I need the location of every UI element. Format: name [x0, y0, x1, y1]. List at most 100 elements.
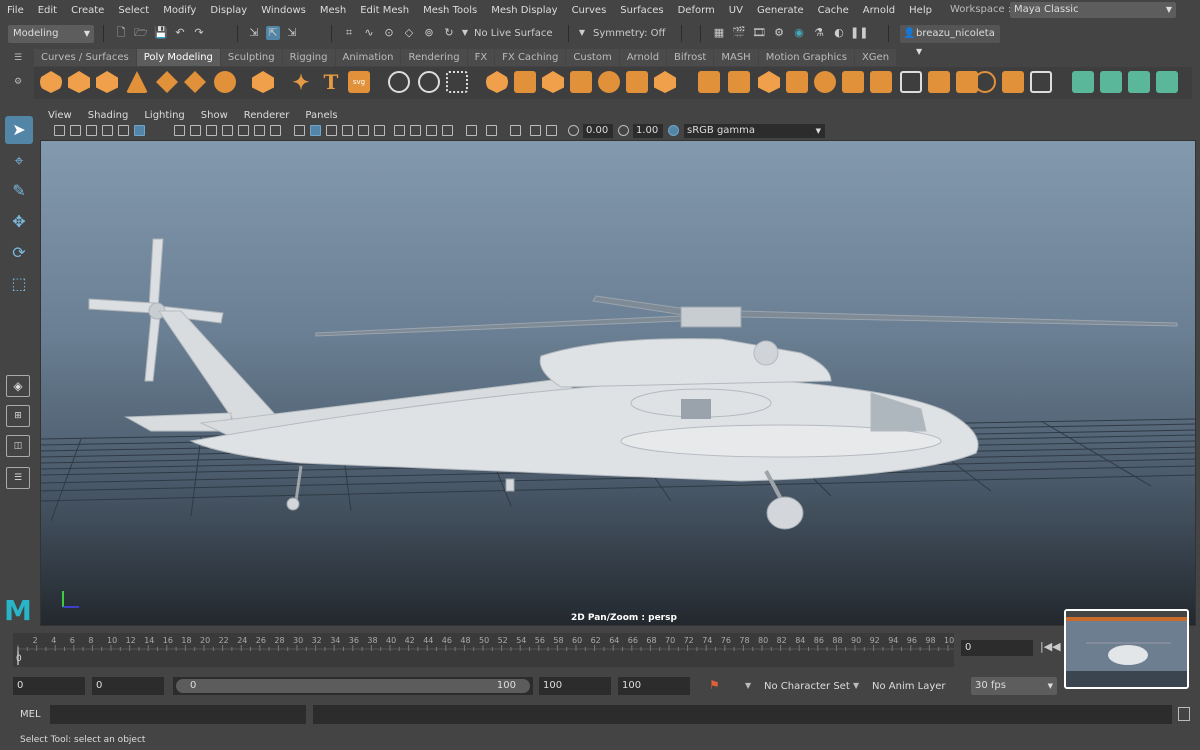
menu-uv[interactable]: UV [722, 5, 750, 16]
open-scene-icon[interactable]: 🗁 [134, 26, 148, 40]
menu-create[interactable]: Create [64, 5, 111, 16]
bridge-icon[interactable] [758, 71, 780, 93]
move-tool-icon[interactable]: ✥ [5, 208, 33, 236]
snap-view-plane-icon[interactable]: ◇ [402, 26, 416, 40]
wire-icon[interactable] [900, 71, 922, 93]
menu-cache[interactable]: Cache [811, 5, 856, 16]
tab-motion-graphics[interactable]: Motion Graphics [758, 49, 854, 66]
menu-mesh-tools[interactable]: Mesh Tools [416, 5, 484, 16]
separate-icon[interactable] [514, 71, 536, 93]
grid-icon[interactable] [174, 125, 185, 136]
menu-deform[interactable]: Deform [671, 5, 722, 16]
tab-poly-modeling[interactable]: Poly Modeling [136, 49, 220, 66]
time-slider[interactable]: 2 4 6 8 10 12 14 16 18 20 22 24 26 28 30 32 34 36 38 40 42 44… [13, 633, 954, 667]
select-hierarchy-icon[interactable]: ⇲ [247, 26, 261, 40]
current-frame-field[interactable]: 0 [961, 640, 1033, 656]
uv-planar-icon[interactable] [1072, 71, 1094, 93]
snap-surface-icon[interactable]: ↻ [442, 26, 456, 40]
arnold-ipr-icon[interactable]: ◐ [832, 26, 846, 40]
panel-menu-show[interactable]: Show [193, 110, 236, 121]
gate-mask-icon[interactable] [222, 125, 233, 136]
poly-disc-icon[interactable] [214, 71, 236, 93]
bookmark-icon[interactable] [86, 125, 97, 136]
exposure-field[interactable]: 0.00 [583, 124, 613, 138]
exposure-icon[interactable] [568, 125, 579, 136]
poly-sphere-icon[interactable] [40, 71, 62, 93]
step-back-icon[interactable]: |◀◀ [1040, 640, 1061, 653]
panel-menu-lighting[interactable]: Lighting [136, 110, 192, 121]
motion-blur-icon[interactable] [410, 125, 421, 136]
film-gate-icon[interactable] [190, 125, 201, 136]
menu-arnold[interactable]: Arnold [856, 5, 902, 16]
target-weld-icon[interactable] [842, 71, 864, 93]
gamma-field[interactable]: 1.00 [633, 124, 663, 138]
xray-joints-icon[interactable] [510, 125, 521, 136]
user-account-button[interactable]: 👤 breazu_nicoleta ▼ [900, 25, 1000, 56]
panel-menu-shading[interactable]: Shading [80, 110, 137, 121]
backface-culling-icon[interactable] [546, 125, 557, 136]
image-plane-icon[interactable] [102, 125, 113, 136]
tab-xgen[interactable]: XGen [854, 49, 897, 66]
fps-select[interactable]: 30 fps ▼ [971, 677, 1057, 695]
tab-fx-caching[interactable]: FX Caching [495, 49, 566, 66]
select-component-icon[interactable]: ⇲ [285, 26, 299, 40]
particle-icon[interactable] [446, 71, 468, 93]
workspace-select[interactable]: Maya Classic ▼ [1010, 2, 1176, 18]
anim-layer-field[interactable]: No Anim Layer [872, 681, 946, 692]
grease-pencil-icon[interactable] [134, 125, 145, 136]
tab-fx[interactable]: FX [467, 49, 495, 66]
chevron-down-icon[interactable]: ▼ [745, 681, 751, 690]
tab-animation[interactable]: Animation [335, 49, 401, 66]
render-settings-icon[interactable]: ⚙ [772, 26, 786, 40]
depth-of-field-icon[interactable] [442, 125, 453, 136]
camera-icon[interactable] [54, 125, 65, 136]
tab-bifrost[interactable]: Bifrost [667, 49, 714, 66]
textured-icon[interactable] [342, 125, 353, 136]
tab-custom[interactable]: Custom [566, 49, 619, 66]
smooth-icon[interactable] [542, 71, 564, 93]
poly-cylinder-icon[interactable] [96, 71, 118, 93]
scale-tool-icon[interactable]: ⬚ [5, 270, 33, 298]
outliner-layout-icon[interactable]: ☰ [6, 467, 30, 489]
snap-curve-icon[interactable]: ∿ [362, 26, 376, 40]
default-material-icon[interactable] [326, 125, 337, 136]
reduce-icon[interactable] [626, 71, 648, 93]
menu-select[interactable]: Select [111, 5, 156, 16]
isolate-select-icon[interactable] [466, 125, 477, 136]
ambient-occlusion-icon[interactable] [394, 125, 405, 136]
lasso-tool-icon[interactable]: ⌖ [5, 147, 33, 175]
multi-cut-icon[interactable] [814, 71, 836, 93]
render-frame-icon[interactable]: 🎬 [732, 26, 746, 40]
menu-modify[interactable]: Modify [156, 5, 203, 16]
sweep-mesh-icon[interactable] [388, 71, 410, 93]
shelf-options[interactable]: ☰ ⚙ [14, 52, 24, 92]
playback-start-field[interactable]: 0 [92, 677, 164, 695]
tab-arnold[interactable]: Arnold [619, 49, 667, 66]
viewport-persp[interactable]: 2D Pan/Zoom : persp [40, 140, 1196, 626]
range-slider-handle[interactable]: 0 100 [176, 679, 530, 693]
platonic-solid-icon[interactable] [252, 71, 274, 93]
menu-surfaces[interactable]: Surfaces [613, 5, 670, 16]
xray-icon[interactable] [486, 125, 497, 136]
redo-icon[interactable]: ↷ [192, 26, 206, 40]
field-chart-icon[interactable] [238, 125, 249, 136]
menu-mesh[interactable]: Mesh [313, 5, 353, 16]
menu-edit-mesh[interactable]: Edit Mesh [353, 5, 416, 16]
snap-point-icon[interactable]: ⊙ [382, 26, 396, 40]
script-editor-icon[interactable] [1178, 707, 1190, 721]
rotate-tool-icon[interactable]: ⟳ [5, 239, 33, 267]
menu-display[interactable]: Display [203, 5, 254, 16]
pause-icon[interactable]: ❚❚ [850, 26, 868, 40]
playback-end-field[interactable]: 100 [539, 677, 611, 695]
single-layout-icon[interactable]: ◈ [6, 375, 30, 397]
gamma-icon[interactable] [618, 125, 629, 136]
chevron-down-icon[interactable]: ▼ [458, 26, 472, 40]
ipr-render-icon[interactable]: 🎞 [752, 26, 766, 40]
chevron-down-icon[interactable]: ▼ [575, 26, 589, 40]
window-thumbnail[interactable] [1064, 609, 1189, 689]
poly-plane-icon[interactable] [156, 71, 178, 93]
panel-menu-renderer[interactable]: Renderer [236, 110, 298, 121]
color-management-icon[interactable] [668, 125, 679, 136]
wireframe-icon[interactable] [294, 125, 305, 136]
remesh-icon[interactable] [654, 71, 676, 93]
